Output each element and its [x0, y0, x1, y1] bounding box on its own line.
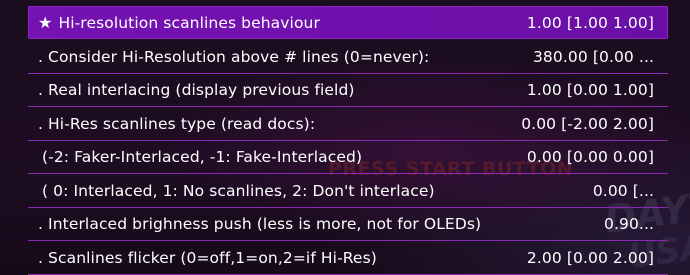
menu-item-label: . Real interlacing (display previous fie… — [38, 81, 355, 100]
menu-item-value: 0.00 [0.00 0.00] — [526, 148, 654, 167]
menu-item-consider-hires-lines[interactable]: . Consider Hi-Resolution above # lines (… — [28, 40, 668, 74]
menu-item-label: . Hi-Res scanlines type (read docs): — [38, 114, 316, 133]
menu-item-label: . Scanlines flicker (0=off,1=on,2=if Hi-… — [38, 248, 377, 267]
menu-item-real-interlacing[interactable]: . Real interlacing (display previous fie… — [28, 74, 668, 108]
menu-item-scanlines-flicker[interactable]: . Scanlines flicker (0=off,1=on,2=if Hi-… — [28, 241, 668, 275]
menu-item-value: 2.00 [0.00 2.00] — [526, 248, 654, 267]
menu-item-value: 380.00 [0.00 ... — [532, 47, 654, 66]
menu-item-value: 0.90... — [604, 215, 654, 234]
menu-item-label: . Consider Hi-Resolution above # lines (… — [38, 47, 430, 66]
menu-item-label: (-2: Faker-Interlaced, -1: Fake-Interlac… — [42, 148, 363, 167]
menu-item-value: 1.00 [0.00 1.00] — [526, 81, 654, 100]
menu-item-label: . Interlaced brighness push (less is mor… — [38, 215, 482, 234]
star-icon: ★ — [38, 13, 53, 32]
menu-item-value: 0.00 [-2.00 2.00] — [521, 114, 654, 133]
menu-item-label: ★ Hi-resolution scanlines behaviour — [38, 13, 320, 32]
menu-item-interlaced-brightness-push[interactable]: . Interlaced brighness push (less is mor… — [28, 208, 668, 242]
menu-item-label: ( 0: Interlaced, 1: No scanlines, 2: Don… — [42, 181, 435, 200]
menu-item-interlaced-note[interactable]: ( 0: Interlaced, 1: No scanlines, 2: Don… — [28, 174, 668, 208]
menu-item-fake-interlaced-note[interactable]: (-2: Faker-Interlaced, -1: Fake-Interlac… — [28, 141, 668, 175]
menu-item-value: 1.00 [1.00 1.00] — [526, 13, 654, 32]
shader-parameter-menu: ★ Hi-resolution scanlines behaviour 1.00 … — [28, 6, 668, 275]
menu-item-hires-scanlines-type[interactable]: . Hi-Res scanlines type (read docs): 0.0… — [28, 107, 668, 141]
menu-item-value: 0.00 [... — [592, 181, 654, 200]
menu-item-hires-scanlines-behaviour[interactable]: ★ Hi-resolution scanlines behaviour 1.00 … — [28, 6, 668, 39]
